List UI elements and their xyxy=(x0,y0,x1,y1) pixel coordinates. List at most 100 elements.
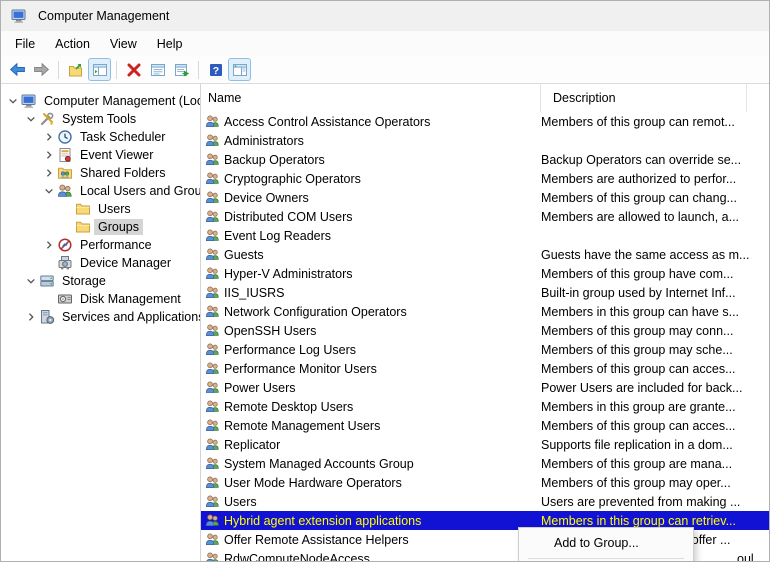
group-description: Members of this group may oper... xyxy=(541,476,769,490)
tree-item-task-scheduler[interactable]: Task Scheduler xyxy=(1,128,200,146)
tree-item-shared-folders[interactable]: Shared Folders xyxy=(1,164,200,182)
chevron-down-icon[interactable] xyxy=(41,183,57,199)
tree-item-storage[interactable]: Storage xyxy=(1,272,200,290)
group-icon xyxy=(205,437,220,452)
tree-item-local-users-and-groups[interactable]: Local Users and Groups xyxy=(1,182,200,200)
tree-item-event-viewer[interactable]: Event Viewer xyxy=(1,146,200,164)
group-description: Members of this group have com... xyxy=(541,267,769,281)
export-list-button[interactable] xyxy=(170,58,193,81)
group-name: Event Log Readers xyxy=(224,229,331,243)
show-console-tree-button[interactable] xyxy=(88,58,111,81)
chevron-right-icon[interactable] xyxy=(41,237,57,253)
up-level-button[interactable] xyxy=(64,58,87,81)
table-row[interactable]: Event Log Readers xyxy=(201,226,769,245)
table-row[interactable]: Remote Desktop UsersMembers in this grou… xyxy=(201,397,769,416)
tree-item-label: System Tools xyxy=(58,111,140,127)
window-title: Computer Management xyxy=(38,9,169,23)
group-name-cell: Hybrid agent extension applications xyxy=(201,513,541,528)
chevron-spacer xyxy=(59,201,75,217)
action-pane-icon xyxy=(232,62,248,78)
group-name-cell: Performance Log Users xyxy=(201,342,541,357)
group-name: Replicator xyxy=(224,438,280,452)
list-header: Name Description xyxy=(201,84,769,112)
show-action-pane-button[interactable] xyxy=(228,58,251,81)
table-row[interactable]: OpenSSH UsersMembers of this group may c… xyxy=(201,321,769,340)
delete-button[interactable] xyxy=(122,58,145,81)
device-manager-icon xyxy=(57,255,73,271)
column-header-name[interactable]: Name xyxy=(201,84,541,112)
table-row[interactable]: Performance Monitor UsersMembers of this… xyxy=(201,359,769,378)
chevron-down-icon[interactable] xyxy=(23,111,39,127)
group-icon xyxy=(205,190,220,205)
table-row[interactable]: Hyper-V Administrators Members of this gr… xyxy=(201,264,769,283)
table-row[interactable]: GuestsGuests have the same access as m..… xyxy=(201,245,769,264)
export-list-icon xyxy=(174,62,190,78)
group-name-cell: Replicator xyxy=(201,437,541,452)
table-row[interactable]: Performance Log UsersMembers of this gro… xyxy=(201,340,769,359)
tree-item-services-and-applications[interactable]: Services and Applications xyxy=(1,308,200,326)
tree-item-users[interactable]: Users xyxy=(1,200,200,218)
group-name-cell: User Mode Hardware Operators xyxy=(201,475,541,490)
column-header-description[interactable]: Description xyxy=(541,84,747,112)
table-row[interactable]: Power UsersPower Users are included for … xyxy=(201,378,769,397)
computer-management-window: Computer Management FileActionViewHelp ?… xyxy=(0,0,770,562)
group-description: Members of this group can acces... xyxy=(541,362,769,376)
help-button[interactable]: ? xyxy=(204,58,227,81)
table-row[interactable]: Remote Management Users Members of this g… xyxy=(201,416,769,435)
toolbar: ? xyxy=(1,56,769,84)
group-icon xyxy=(205,285,220,300)
menu-action[interactable]: Action xyxy=(45,34,100,54)
tree-item-disk-management[interactable]: Disk Management xyxy=(1,290,200,308)
table-row[interactable]: Cryptographic OperatorsMembers are autho… xyxy=(201,169,769,188)
chevron-spacer xyxy=(59,219,75,235)
tree-item-label: Users xyxy=(94,201,135,217)
chevron-down-icon[interactable] xyxy=(23,273,39,289)
back-button[interactable] xyxy=(6,58,29,81)
folder-icon xyxy=(75,201,91,217)
table-row[interactable]: IIS_IUSRSBuilt-in group used by Internet… xyxy=(201,283,769,302)
group-name: Hybrid agent extension applications xyxy=(224,514,421,528)
table-row[interactable]: Backup OperatorsBackup Operators can ove… xyxy=(201,150,769,169)
menu-view[interactable]: View xyxy=(100,34,147,54)
tree-item-groups[interactable]: Groups xyxy=(1,218,200,236)
shared-folders-icon xyxy=(57,165,73,181)
tree-item-computer-management-local[interactable]: Computer Management (Local xyxy=(1,92,200,110)
group-name-cell: Backup Operators xyxy=(201,152,541,167)
menu-file[interactable]: File xyxy=(5,34,45,54)
table-row[interactable]: Administrators xyxy=(201,131,769,150)
group-name: Guests xyxy=(224,248,264,262)
tree-item-performance[interactable]: Performance xyxy=(1,236,200,254)
table-row[interactable]: Access Control Assistance OperatorsMembe… xyxy=(201,112,769,131)
tree-item-device-manager[interactable]: Device Manager xyxy=(1,254,200,272)
tree-item-system-tools[interactable]: System Tools xyxy=(1,110,200,128)
chevron-down-icon[interactable] xyxy=(5,93,21,109)
table-row[interactable]: ReplicatorSupports file replication in a… xyxy=(201,435,769,454)
table-row[interactable]: System Managed Accounts GroupMembers of … xyxy=(201,454,769,473)
group-icon xyxy=(205,152,220,167)
group-name-cell: Offer Remote Assistance Helpers xyxy=(201,532,541,547)
chevron-right-icon[interactable] xyxy=(41,165,57,181)
group-description: Members of this group can acces... xyxy=(541,419,769,433)
group-icon xyxy=(205,475,220,490)
table-row[interactable]: Device OwnersMembers of this group can c… xyxy=(201,188,769,207)
tree-item-label: Computer Management (Local xyxy=(40,93,200,109)
group-name-cell: Device Owners xyxy=(201,190,541,205)
toolbar-separator xyxy=(116,61,117,79)
group-icon xyxy=(205,551,220,561)
chevron-right-icon[interactable] xyxy=(23,309,39,325)
group-name: Hyper-V Administrators xyxy=(224,267,353,281)
table-row[interactable]: UsersUsers are prevented from making ... xyxy=(201,492,769,511)
context-menu-item-add-to-group[interactable]: Add to Group... xyxy=(519,532,693,554)
title-bar: Computer Management xyxy=(1,1,769,31)
chevron-right-icon[interactable] xyxy=(41,147,57,163)
table-row[interactable]: Distributed COM UsersMembers are allowed… xyxy=(201,207,769,226)
properties-button[interactable] xyxy=(146,58,169,81)
group-name: Remote Management Users xyxy=(224,419,380,433)
menu-help[interactable]: Help xyxy=(147,34,193,54)
table-row[interactable]: Network Configuration OperatorsMembers i… xyxy=(201,302,769,321)
forward-button[interactable] xyxy=(30,58,53,81)
table-row[interactable]: User Mode Hardware OperatorsMembers of t… xyxy=(201,473,769,492)
group-name: Device Owners xyxy=(224,191,309,205)
chevron-right-icon[interactable] xyxy=(41,129,57,145)
tree-item-label: Performance xyxy=(76,237,156,253)
